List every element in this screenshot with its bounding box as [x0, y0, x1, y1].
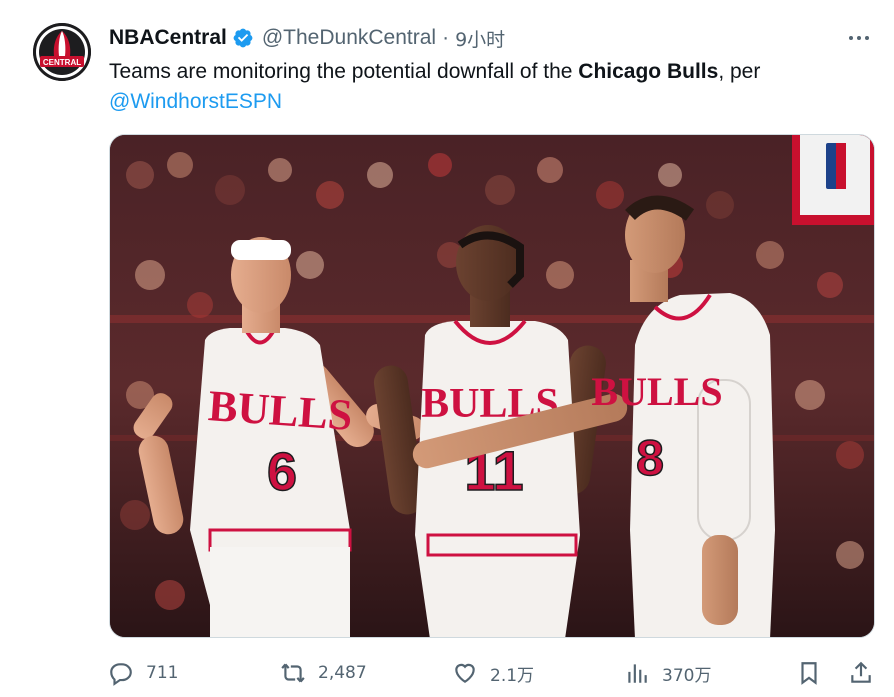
more-dot-icon — [857, 36, 861, 40]
tweet-text: Teams are monitoring the potential downf… — [109, 57, 869, 117]
separator-dot: · — [442, 26, 450, 49]
timestamp[interactable]: 9小时 — [455, 25, 505, 52]
tweet: CENTRAL NBACentral @TheDunkCentral · 9小时… — [0, 0, 894, 697]
verified-badge-icon[interactable] — [232, 27, 254, 49]
retweet-count: 2,487 — [318, 663, 367, 683]
basketball-players-photo: BULLS 6 BULLS 11 BULLS 8 — [110, 135, 874, 637]
more-dot-icon — [849, 36, 853, 40]
player-1-jersey-team: BULLS — [207, 381, 354, 440]
player-3-jersey-team: BULLS — [591, 369, 722, 414]
avatar[interactable]: CENTRAL — [33, 23, 91, 81]
tweet-text-part: Teams are monitoring the potential downf… — [109, 60, 579, 83]
tweet-text-bold: Chicago Bulls — [578, 60, 719, 83]
retweet-button[interactable]: 2,487 — [280, 656, 367, 690]
bookmark-button[interactable] — [796, 656, 822, 690]
tweet-text-part: , per — [718, 60, 761, 83]
tweet-photo[interactable]: BULLS 6 BULLS 11 BULLS 8 — [109, 134, 875, 638]
more-dot-icon — [865, 36, 869, 40]
like-button[interactable]: 2.1万 — [452, 656, 534, 690]
mention-link[interactable]: @WindhorstESPN — [109, 90, 282, 113]
display-name[interactable]: NBACentral — [109, 26, 227, 50]
nba-central-logo-icon: CENTRAL — [33, 23, 91, 81]
share-button[interactable] — [848, 656, 874, 690]
bookmark-icon — [801, 662, 817, 685]
avatar-label: CENTRAL — [43, 58, 81, 67]
share-icon — [851, 661, 871, 683]
heart-icon — [455, 663, 475, 683]
views-button[interactable]: 370万 — [624, 656, 711, 690]
reply-count: 711 — [146, 663, 179, 683]
tweet-header: NBACentral @TheDunkCentral · 9小时 — [109, 24, 505, 52]
reply-icon — [110, 663, 132, 686]
handle[interactable]: @TheDunkCentral — [262, 26, 436, 50]
more-options-button[interactable] — [844, 26, 874, 50]
view-count: 370万 — [662, 665, 712, 686]
reply-button[interactable]: 711 — [108, 656, 178, 690]
like-count: 2.1万 — [490, 665, 535, 686]
player-3-number: 8 — [636, 430, 664, 486]
retweet-icon — [281, 663, 305, 683]
player-1-number: 6 — [267, 442, 297, 502]
action-bar: 711 2,487 2.1万 370万 — [108, 656, 878, 690]
views-chart-icon — [628, 664, 647, 683]
